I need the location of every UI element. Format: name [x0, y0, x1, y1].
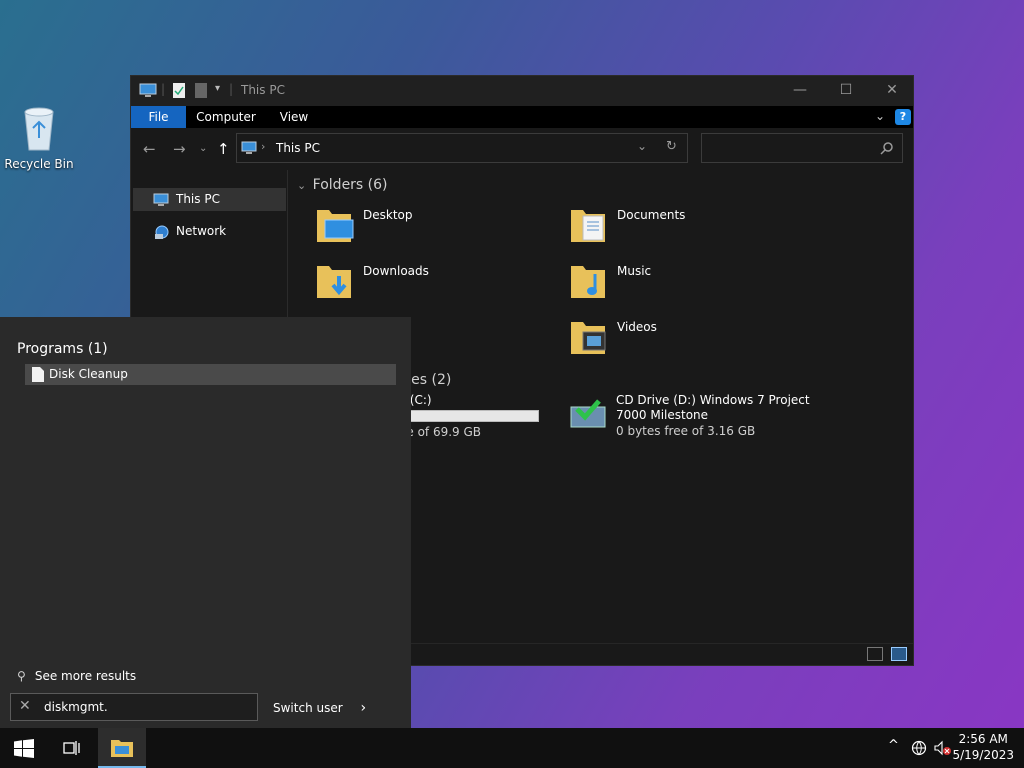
customize-qat-chevron-icon[interactable]: ▾ [215, 83, 220, 94]
drive-d[interactable]: CD Drive (D:) Windows 7 Project 7000 Mil… [569, 391, 810, 451]
clock-time: 2:56 AM [958, 732, 1008, 746]
this-pc-icon [139, 83, 157, 97]
search-input[interactable] [701, 133, 903, 163]
search-magnifier-icon: ⚲ [17, 669, 26, 683]
file-explorer-taskbar-button[interactable] [98, 728, 146, 768]
chevron-right-icon: › [360, 700, 367, 716]
address-row: ← → ⌄ ↑ › This PC ⌄ ↻ [131, 128, 913, 170]
minimize-button[interactable]: — [777, 76, 823, 106]
group-title: Folders (6) [312, 177, 388, 193]
refresh-icon[interactable]: ↻ [666, 139, 677, 154]
nav-item-network[interactable]: Network [133, 220, 286, 243]
search-result-item[interactable]: Disk Cleanup [25, 364, 396, 385]
ribbon-tabs: File Computer View ⌄ ? [131, 106, 913, 128]
see-more-label: See more results [34, 669, 137, 683]
recycle-bin-desktop-icon[interactable]: Recycle Bin [4, 104, 74, 171]
program-file-icon [32, 367, 44, 382]
separator: | [229, 82, 234, 96]
music-folder-icon [571, 266, 605, 298]
nav-item-label: This PC [176, 192, 220, 206]
switch-user-label: Switch user [273, 701, 343, 715]
folder-downloads[interactable]: Downloads [315, 258, 555, 308]
breadcrumb-chevron-icon[interactable]: › [261, 140, 265, 153]
desktop-folder-icon [317, 210, 354, 242]
new-folder-icon[interactable] [195, 83, 207, 98]
address-dropdown-chevron-icon[interactable]: ⌄ [637, 139, 647, 153]
folder-documents[interactable]: Documents [569, 202, 809, 252]
drive-label-line2: 7000 Milestone [616, 408, 709, 422]
tab-file[interactable]: File [131, 106, 186, 128]
file-explorer-icon [111, 740, 133, 757]
task-view-icon [63, 741, 80, 755]
show-hidden-icons-chevron-icon[interactable]: ^ [888, 738, 899, 753]
clock-date: 5/19/2023 [952, 748, 1014, 762]
drive-free-space: 0 bytes free of 3.16 GB [616, 424, 756, 438]
maximize-button[interactable]: ☐ [823, 76, 869, 106]
nav-item-label: Network [176, 224, 227, 238]
switch-user-button[interactable]: Switch user › [273, 700, 366, 716]
search-result-label: Disk Cleanup [49, 367, 128, 381]
network-globe-icon[interactable] [911, 740, 927, 756]
search-query: diskmgmt. [44, 700, 108, 714]
folder-desktop[interactable]: Desktop [315, 202, 555, 252]
drive-free-space: ee of 69.9 GB [399, 425, 482, 439]
help-icon[interactable]: ? [895, 109, 911, 125]
back-arrow-icon[interactable]: ← [143, 140, 156, 158]
expand-ribbon-chevron-icon[interactable]: ⌄ [875, 109, 885, 123]
see-more-results-link[interactable]: ⚲ See more results [17, 669, 136, 683]
folder-label: Desktop [363, 208, 413, 222]
folder-label: Music [617, 264, 652, 278]
drive-label: CD Drive (D:) Windows 7 Project [616, 393, 810, 407]
folders-group-header[interactable]: ⌄ Folders (6) [297, 177, 388, 193]
system-clock[interactable]: 2:56 AM 5/19/2023 [952, 731, 1014, 763]
details-view-icon[interactable] [867, 647, 883, 661]
drive-c[interactable]: k (C:) ee of 69.9 GB [399, 391, 549, 439]
search-icon [880, 142, 893, 155]
drive-usage-bar [399, 410, 539, 422]
tab-view[interactable]: View [269, 106, 319, 128]
start-button[interactable] [0, 728, 48, 768]
task-view-button[interactable] [48, 728, 96, 768]
folder-label: Documents [617, 208, 686, 222]
tab-computer[interactable]: Computer [193, 106, 259, 128]
up-arrow-icon[interactable]: ↑ [217, 140, 230, 158]
separator: | [161, 82, 166, 96]
forward-arrow-icon[interactable]: → [173, 140, 186, 158]
windows-logo-icon [14, 739, 34, 758]
properties-icon[interactable] [173, 83, 185, 98]
folder-label: Videos [617, 320, 657, 334]
this-pc-icon [153, 193, 169, 206]
recent-locations-chevron-icon[interactable]: ⌄ [199, 143, 207, 154]
downloads-folder-icon [317, 266, 351, 298]
cd-drive-icon [570, 399, 606, 428]
folder-videos[interactable]: Videos [569, 314, 809, 364]
clear-search-icon[interactable]: ✕ [19, 698, 31, 714]
this-pc-icon [241, 141, 257, 154]
documents-folder-icon [571, 210, 605, 242]
large-icons-view-icon[interactable] [891, 647, 907, 661]
collapse-chevron-icon: ⌄ [297, 179, 307, 192]
nav-item-this-pc[interactable]: This PC [133, 188, 286, 211]
breadcrumb[interactable]: This PC [276, 141, 320, 155]
folder-label: Downloads [363, 264, 429, 278]
close-button[interactable]: ✕ [869, 76, 915, 106]
title-bar[interactable]: | ▾ | This PC — ☐ ✕ [131, 76, 913, 106]
start-search-panel: Programs (1) Disk Cleanup ⚲ See more res… [0, 317, 411, 728]
start-search-input[interactable]: ✕ diskmgmt. [10, 693, 258, 721]
folder-music[interactable]: Music [569, 258, 809, 308]
address-bar[interactable]: › This PC ⌄ ↻ [236, 133, 688, 163]
window-title: This PC [241, 83, 285, 97]
videos-folder-icon [571, 322, 606, 354]
volume-muted-icon[interactable] [934, 740, 952, 756]
programs-heading: Programs (1) [17, 341, 108, 357]
recycle-bin-icon [24, 107, 54, 151]
recycle-bin-label: Recycle Bin [4, 157, 74, 171]
network-icon [155, 225, 169, 239]
taskbar: ^ 2:56 AM 5/19/2023 [0, 728, 1024, 768]
